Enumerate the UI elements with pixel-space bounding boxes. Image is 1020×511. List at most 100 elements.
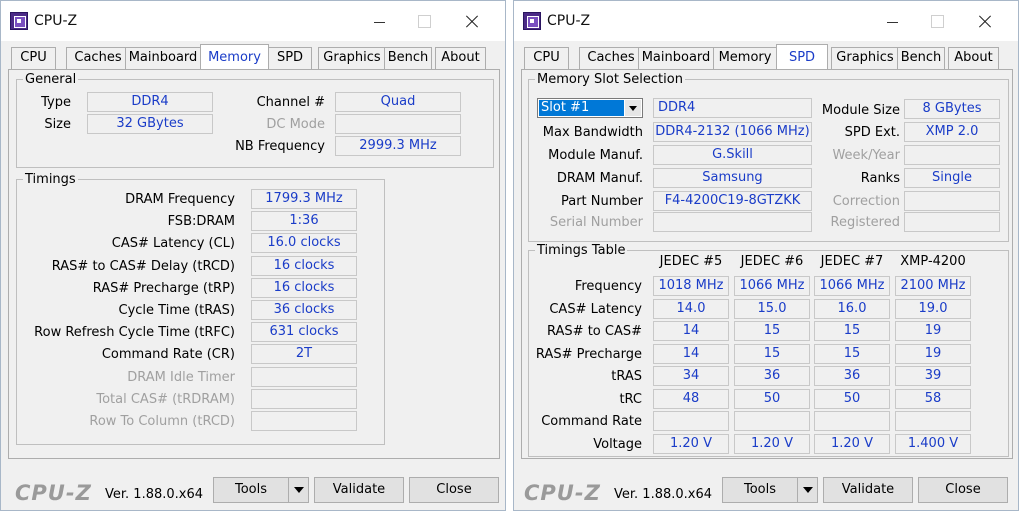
- table-cell: 19: [895, 343, 971, 364]
- close-button[interactable]: Close: [918, 477, 1008, 503]
- tools-button[interactable]: Tools: [213, 477, 289, 503]
- timing-label: Command Rate (CR): [101, 347, 235, 363]
- tab-memory[interactable]: Memory: [713, 47, 777, 69]
- tab-bench[interactable]: Bench: [384, 47, 432, 69]
- table-cell: 50: [814, 388, 890, 409]
- table-cell: 48: [653, 388, 729, 409]
- slot-select-value: Slot #1: [539, 100, 624, 116]
- week-year-value: [904, 145, 1000, 165]
- nbfreq-label: NB Frequency: [235, 139, 325, 154]
- type-label: Type: [41, 95, 71, 110]
- timing-value: [251, 366, 357, 387]
- tab-cpu[interactable]: CPU: [524, 47, 569, 69]
- column-header: JEDEC #5: [659, 254, 723, 269]
- table-cell: 34: [653, 366, 729, 386]
- timing-value: 1799.3 MHz: [251, 189, 357, 209]
- validate-button[interactable]: Validate: [823, 477, 913, 503]
- column-header: JEDEC #7: [820, 254, 884, 269]
- serial-number-label: Serial Number: [549, 215, 643, 230]
- minimize-icon[interactable]: [365, 7, 395, 35]
- table-cell: 15: [814, 343, 890, 364]
- table-cell: 1.400 V: [895, 433, 971, 454]
- tab-graphics[interactable]: Graphics: [318, 47, 386, 69]
- table-cell: 16.0: [814, 298, 890, 319]
- registered-value: [904, 212, 1000, 232]
- table-cell: 58: [895, 388, 971, 409]
- table-row-label: RAS# to CAS#: [547, 324, 642, 339]
- spd-ext-label: SPD Ext.: [844, 125, 900, 140]
- chevron-down-icon[interactable]: [625, 100, 641, 116]
- spd-panel: Memory Slot Selection Slot #1 DDR4 Max B…: [521, 69, 1013, 459]
- nbfreq-value: 2999.3 MHz: [335, 136, 461, 156]
- module-size-label: Module Size: [821, 103, 900, 118]
- slot-select[interactable]: Slot #1: [537, 98, 643, 118]
- dram-manuf-value: Samsung: [653, 168, 812, 188]
- type-value: DDR4: [87, 92, 213, 112]
- close-button[interactable]: Close: [409, 477, 499, 503]
- tab-caches[interactable]: Caches: [579, 47, 643, 69]
- module-type-value: DDR4: [653, 98, 812, 118]
- part-number-value: F4-4200C19-8GTZKK: [653, 191, 812, 211]
- cpuz-window-memory: CPU-Z CPU Caches Mainboard Memory SPD Gr…: [0, 0, 506, 511]
- module-manuf-label: Module Manuf.: [548, 148, 643, 163]
- close-icon[interactable]: [970, 7, 1000, 35]
- timing-label: Row Refresh Cycle Time (tRFC): [34, 325, 235, 341]
- table-cell: 1.20 V: [653, 433, 729, 454]
- timing-label: DRAM Frequency: [125, 192, 235, 207]
- tools-button[interactable]: Tools: [722, 477, 798, 503]
- tools-dropdown-arrow-icon[interactable]: [797, 477, 818, 503]
- part-number-label: Part Number: [560, 194, 643, 209]
- table-cell: 1018 MHz: [653, 276, 729, 296]
- table-cell: 15.0: [734, 298, 810, 319]
- timing-value: [251, 388, 357, 409]
- table-cell: 19: [895, 321, 971, 341]
- timing-label: FSB:DRAM: [167, 214, 235, 230]
- maximize-icon[interactable]: [922, 7, 952, 35]
- minimize-icon[interactable]: [878, 7, 908, 35]
- max-bandwidth-label: Max Bandwidth: [542, 125, 643, 140]
- table-cell: 1.20 V: [734, 433, 810, 454]
- tab-memory[interactable]: Memory: [200, 44, 269, 69]
- tab-caches[interactable]: Caches: [66, 47, 130, 69]
- serial-number-value: [653, 212, 812, 232]
- tab-spd[interactable]: SPD: [268, 47, 312, 69]
- table-row-label: CAS# Latency: [549, 301, 642, 317]
- table-cell: [814, 411, 890, 431]
- channel-label: Channel #: [256, 95, 325, 110]
- tab-cpu[interactable]: CPU: [11, 47, 56, 69]
- title-bar: CPU-Z: [1, 1, 505, 41]
- table-cell: [895, 411, 971, 431]
- module-size-value: 8 GBytes: [904, 99, 1000, 119]
- cpuz-app-icon: [10, 12, 28, 30]
- correction-value: [904, 191, 1000, 211]
- tools-dropdown-arrow-icon[interactable]: [288, 477, 309, 503]
- size-label: Size: [44, 117, 71, 132]
- column-header: XMP-4200: [900, 254, 966, 269]
- close-icon[interactable]: [457, 7, 487, 35]
- tab-about[interactable]: About: [948, 47, 999, 69]
- table-cell: 2100 MHz: [895, 276, 971, 296]
- timing-value: 631 clocks: [251, 322, 357, 343]
- maximize-icon[interactable]: [409, 7, 439, 35]
- table-cell: 15: [734, 343, 810, 364]
- tab-spd[interactable]: SPD: [776, 44, 828, 69]
- tab-bench[interactable]: Bench: [897, 47, 945, 69]
- table-cell: 1.20 V: [814, 433, 890, 454]
- timing-value: 36 clocks: [251, 300, 357, 320]
- tab-mainboard[interactable]: Mainboard: [638, 47, 714, 69]
- table-cell: 15: [734, 321, 810, 341]
- timing-value: 1:36: [251, 211, 357, 232]
- table-cell: 1066 MHz: [814, 276, 890, 296]
- tab-graphics[interactable]: Graphics: [831, 47, 899, 69]
- validate-button[interactable]: Validate: [314, 477, 404, 503]
- tab-mainboard[interactable]: Mainboard: [125, 47, 201, 69]
- table-row-label: tRC: [619, 391, 642, 407]
- timing-label: RAS# to CAS# Delay (tRCD): [51, 258, 235, 274]
- title-bar: CPU-Z: [514, 1, 1018, 41]
- week-year-label: Week/Year: [832, 148, 900, 163]
- tab-about[interactable]: About: [435, 47, 486, 69]
- timings-table-legend: Timings Table: [537, 243, 626, 258]
- table-row-label: Frequency: [574, 279, 642, 294]
- timing-label: Row To Column (tRCD): [89, 414, 235, 429]
- timing-label: Cycle Time (tRAS): [118, 303, 236, 318]
